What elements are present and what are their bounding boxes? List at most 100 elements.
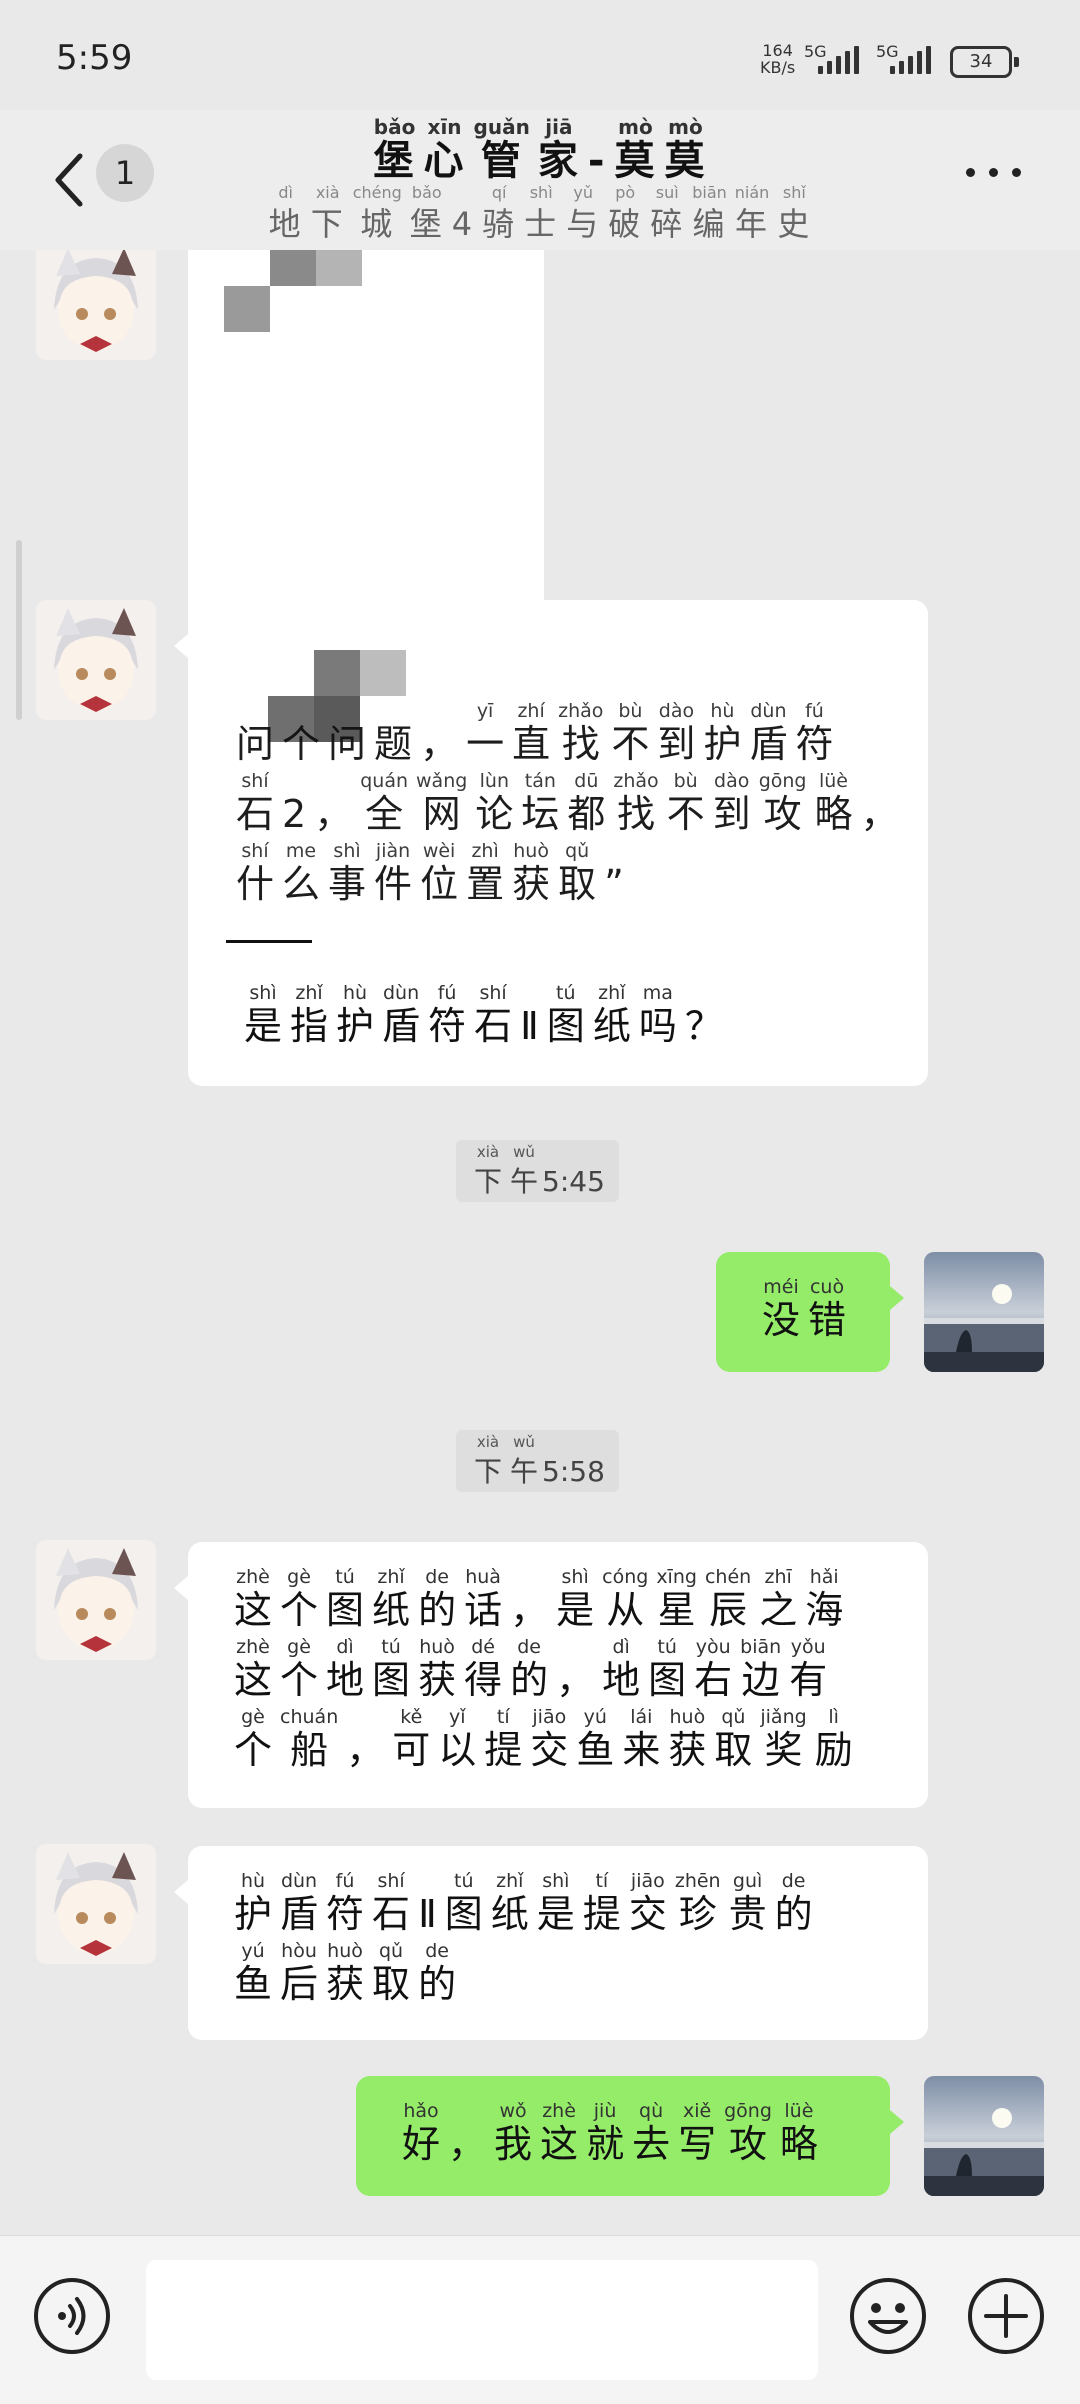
my-avatar[interactable] [924, 2076, 1044, 2196]
ruby-char: jiāo 交 [628, 1870, 667, 1936]
ruby-char: ？ [684, 1004, 723, 1048]
ruby-char: huò 获 [668, 1706, 707, 1772]
ruby-char: lì 励 [814, 1706, 853, 1772]
network-speed: 164 KB/s [760, 41, 796, 77]
ruby-char: quán 全 [360, 770, 409, 836]
ruby-char: jiǎng 奖 [760, 1706, 807, 1772]
message-input[interactable] [146, 2260, 818, 2380]
ruby-char: Ⅱ [520, 1004, 539, 1048]
ruby-char: jiù 就 [586, 2100, 625, 2166]
message-bubble[interactable]: hù 护 dùn 盾 fú 符 shí 石 Ⅱtú 图 zhǐ 纸 shì 是 tí 提 jiāo 交 zhēn 珍 g… [174, 1846, 928, 2040]
contact-avatar[interactable] [36, 600, 156, 720]
ruby-char: fú 符 [795, 700, 834, 766]
ruby-char: biān边 [740, 1636, 782, 1702]
scrollbar[interactable] [16, 540, 22, 720]
ruby-char: bù 不 [666, 770, 705, 836]
ruby-char: lùn 论 [475, 770, 514, 836]
ruby-char: zhǐ 纸 [592, 982, 631, 1048]
ruby-char: de 的 [418, 1940, 457, 2006]
ruby-char: tí 提 [582, 1870, 621, 1936]
ruby-char: chuán 船 [280, 1706, 339, 1772]
contact-avatar[interactable] [36, 250, 156, 360]
ruby-char: shǐ 史 [777, 183, 812, 243]
more-button[interactable] [964, 162, 1024, 182]
ruby-char: xīn 心 [423, 115, 466, 184]
ruby-char: zhè这 [540, 2100, 579, 2166]
plus-button[interactable] [966, 2276, 1046, 2356]
ruby-char: tú 图 [326, 1566, 365, 1632]
ruby-char: tú 图 [372, 1636, 411, 1702]
ruby-char: shì 事 [328, 840, 367, 906]
ruby-char: huà 话 [464, 1566, 503, 1632]
ruby-char: Ⅱ [418, 1892, 437, 1936]
ruby-char: 问 [328, 722, 367, 766]
ruby-char: hù 护 [234, 1870, 273, 1936]
ruby-char: lüè 略 [814, 770, 853, 836]
ruby-char: ， [314, 792, 353, 836]
ruby-char: zhēn 珍 [674, 1870, 721, 1936]
contact-avatar[interactable] [36, 1844, 156, 1964]
input-bar [0, 2235, 1080, 2404]
battery-icon: 34 [950, 46, 1019, 78]
chat-subtitle: dì 地 xià 下 chéng 城 bǎo 堡 4 qí 骑 shì 士 yǔ 与 pò 破 suì 碎 biān 编… [0, 183, 1080, 243]
ruby-char: hù 护 [336, 982, 375, 1048]
ruby-char: zhǎo 找 [613, 770, 659, 836]
voice-button[interactable] [32, 2276, 112, 2356]
signal-icon [890, 44, 931, 74]
ruby-char: shì 是 [536, 1870, 575, 1936]
message-bubble-outgoing[interactable]: méi 没 cuò 错 [716, 1252, 904, 1372]
ruby-char: lüè 略 [779, 2100, 818, 2166]
ruby-char: xiě 写 [678, 2100, 717, 2166]
ruby-char: shì 士 [524, 183, 559, 243]
voice-icon [34, 2278, 110, 2354]
ruby-char: ， [346, 1728, 385, 1772]
ruby-char: hòu 后 [280, 1940, 319, 2006]
ruby-char: shì 是 [556, 1566, 595, 1632]
contact-avatar[interactable] [36, 1540, 156, 1660]
ruby-char: kě 可 [392, 1706, 431, 1772]
ruby-char: wǒ 我 [494, 2100, 533, 2166]
ruby-char: bǎo 堡 [373, 115, 416, 184]
status-time: 5:59 [56, 38, 133, 78]
emoji-button[interactable] [848, 2276, 928, 2356]
ruby-char: bǎo 堡 [409, 183, 444, 243]
timestamp: xià 下 wǔ 午 5:58 [456, 1430, 619, 1492]
ruby-char: zhè这 [234, 1566, 273, 1632]
ruby-char: de 的 [774, 1870, 813, 1936]
ruby-char: wǎng 网 [416, 770, 468, 836]
ruby-char: shí 石 [474, 982, 513, 1048]
ruby-char: 2 [282, 792, 307, 836]
ruby-char: wǔ 午 [510, 1433, 539, 1488]
ruby-char: shí 石 [372, 1870, 411, 1936]
ruby-char: zhè这 [234, 1636, 273, 1702]
ruby-char: gōng 攻 [758, 770, 807, 836]
ruby-char: dì 地 [268, 183, 303, 243]
message-bubble[interactable]: zhè 这 gè 个 tú 图 zhǐ 纸 de 的 huà 话， shì 是 cóng 从 xīng 星 chén… [174, 1542, 928, 1808]
ruby-char: hǎi 海 [805, 1566, 844, 1632]
ruby-char: mò 莫 [664, 115, 707, 184]
ruby-char: tán 坛 [521, 770, 560, 836]
ruby-char: zhǎo 找 [558, 700, 604, 766]
message-bubble[interactable]: 问个问题， yī 一 zhí 直 zhǎo 找 bù 不 dào 到 hù 护 dùn 盾 fú 符 shí 石 2… [174, 600, 928, 1086]
ruby-char: zhǐ 纸 [372, 1566, 411, 1632]
ruby-char: ， [510, 1588, 549, 1632]
ruby-char: dào 到 [657, 700, 696, 766]
ruby-char: yú 鱼 [576, 1706, 615, 1772]
ruby-char: fú 符 [326, 1870, 365, 1936]
ruby-char: zhī 之 [759, 1566, 798, 1632]
ruby-char: ， [448, 2122, 487, 2166]
ruby-char: shí 什 [236, 840, 275, 906]
ruby-char: ， [860, 792, 899, 836]
message-list[interactable]: zhè这biān边dēng登jì记xià下。 问个问题，yī一zhí直zhǎo找… [0, 250, 1080, 2235]
ruby-char: gè 个 [280, 1566, 319, 1632]
ruby-char: qǔ 取 [714, 1706, 753, 1772]
ruby-char: qǔ 取 [372, 1940, 411, 2006]
ruby-char: fú 符 [428, 982, 467, 1048]
ruby-char: mò 莫 [614, 115, 657, 184]
message-bubble-outgoing[interactable]: hǎo 好， wǒ 我 zhè 这 jiù 就 qù 去 xiě 写 gōng 攻 lüè 略 [356, 2076, 904, 2196]
ruby-char: wèi 位 [420, 840, 459, 906]
ruby-char: biān 编 [692, 183, 727, 243]
my-avatar[interactable] [924, 1252, 1044, 1372]
ruby-char: yī 一 [466, 700, 505, 766]
ruby-char: xià下 [310, 183, 345, 243]
